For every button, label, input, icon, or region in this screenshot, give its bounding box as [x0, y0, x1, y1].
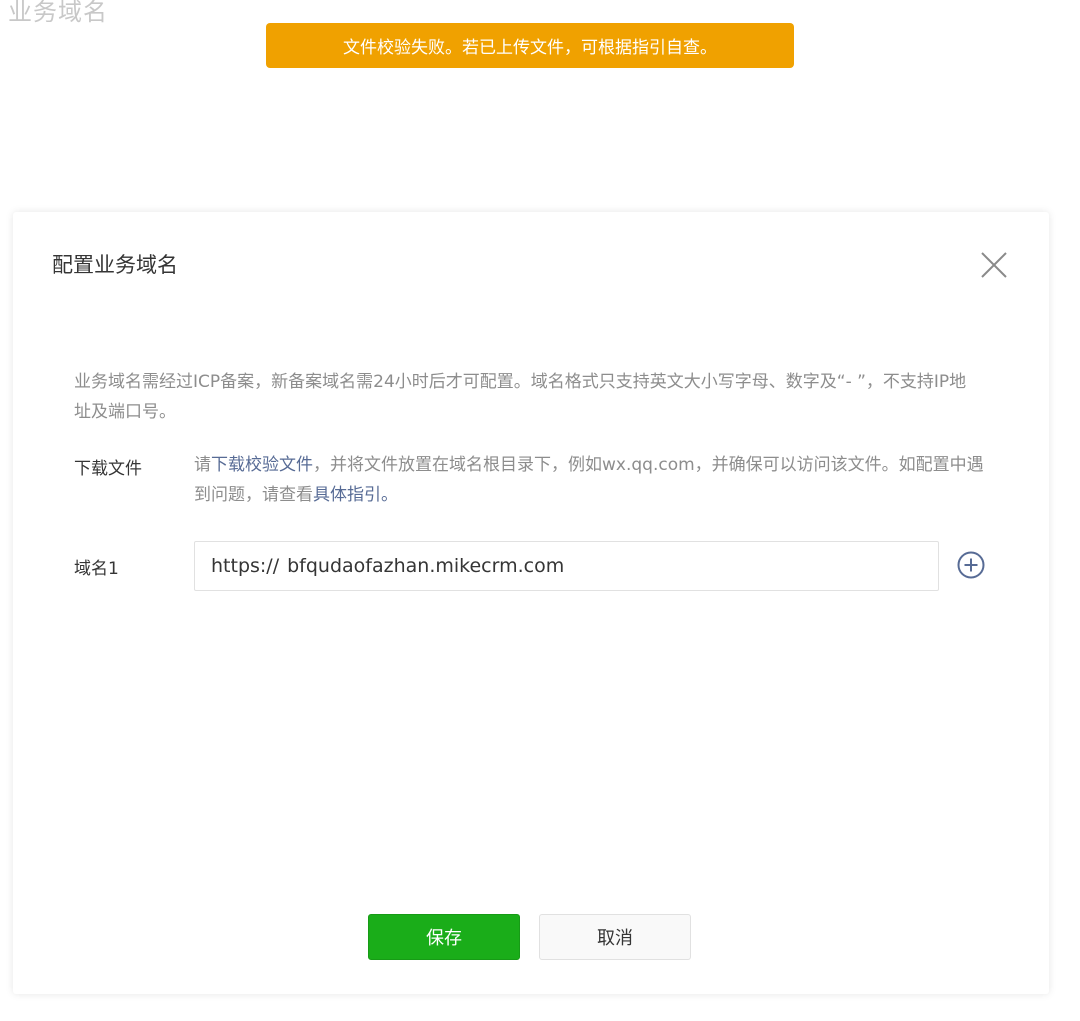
download-text-prefix: 请 — [194, 455, 211, 475]
page-heading: 业务域名 — [8, 0, 108, 26]
download-verify-file-link[interactable]: 下载校验文件 — [211, 455, 313, 475]
add-domain-button[interactable] — [956, 550, 986, 580]
config-dialog: 配置业务域名 业务域名需经过ICP备案，新备案域名需24小时后才可配置。域名格式… — [13, 212, 1049, 994]
error-toast: 文件校验失败。若已上传文件，可根据指引自查。 — [266, 23, 794, 68]
dialog-title: 配置业务域名 — [52, 253, 178, 277]
cancel-button[interactable]: 取消 — [539, 914, 691, 960]
download-instructions: 请下载校验文件，并将文件放置在域名根目录下，例如wx.qq.com，并确保可以访… — [194, 450, 994, 510]
download-file-label: 下载文件 — [74, 459, 142, 479]
domain-field[interactable]: https:// — [194, 541, 939, 591]
close-icon — [981, 252, 1007, 278]
domain-label: 域名1 — [74, 559, 119, 579]
guide-link[interactable]: 具体指引。 — [313, 485, 398, 505]
domain-prefix: https:// — [211, 555, 280, 577]
save-button[interactable]: 保存 — [368, 914, 520, 960]
toast-message: 文件校验失败。若已上传文件，可根据指引自查。 — [343, 38, 717, 58]
domain-input[interactable] — [287, 555, 848, 577]
close-button[interactable] — [977, 248, 1011, 282]
domain-description: 业务域名需经过ICP备案，新备案域名需24小时后才可配置。域名格式只支持英文大小… — [74, 372, 967, 422]
plus-circle-icon — [957, 551, 985, 579]
